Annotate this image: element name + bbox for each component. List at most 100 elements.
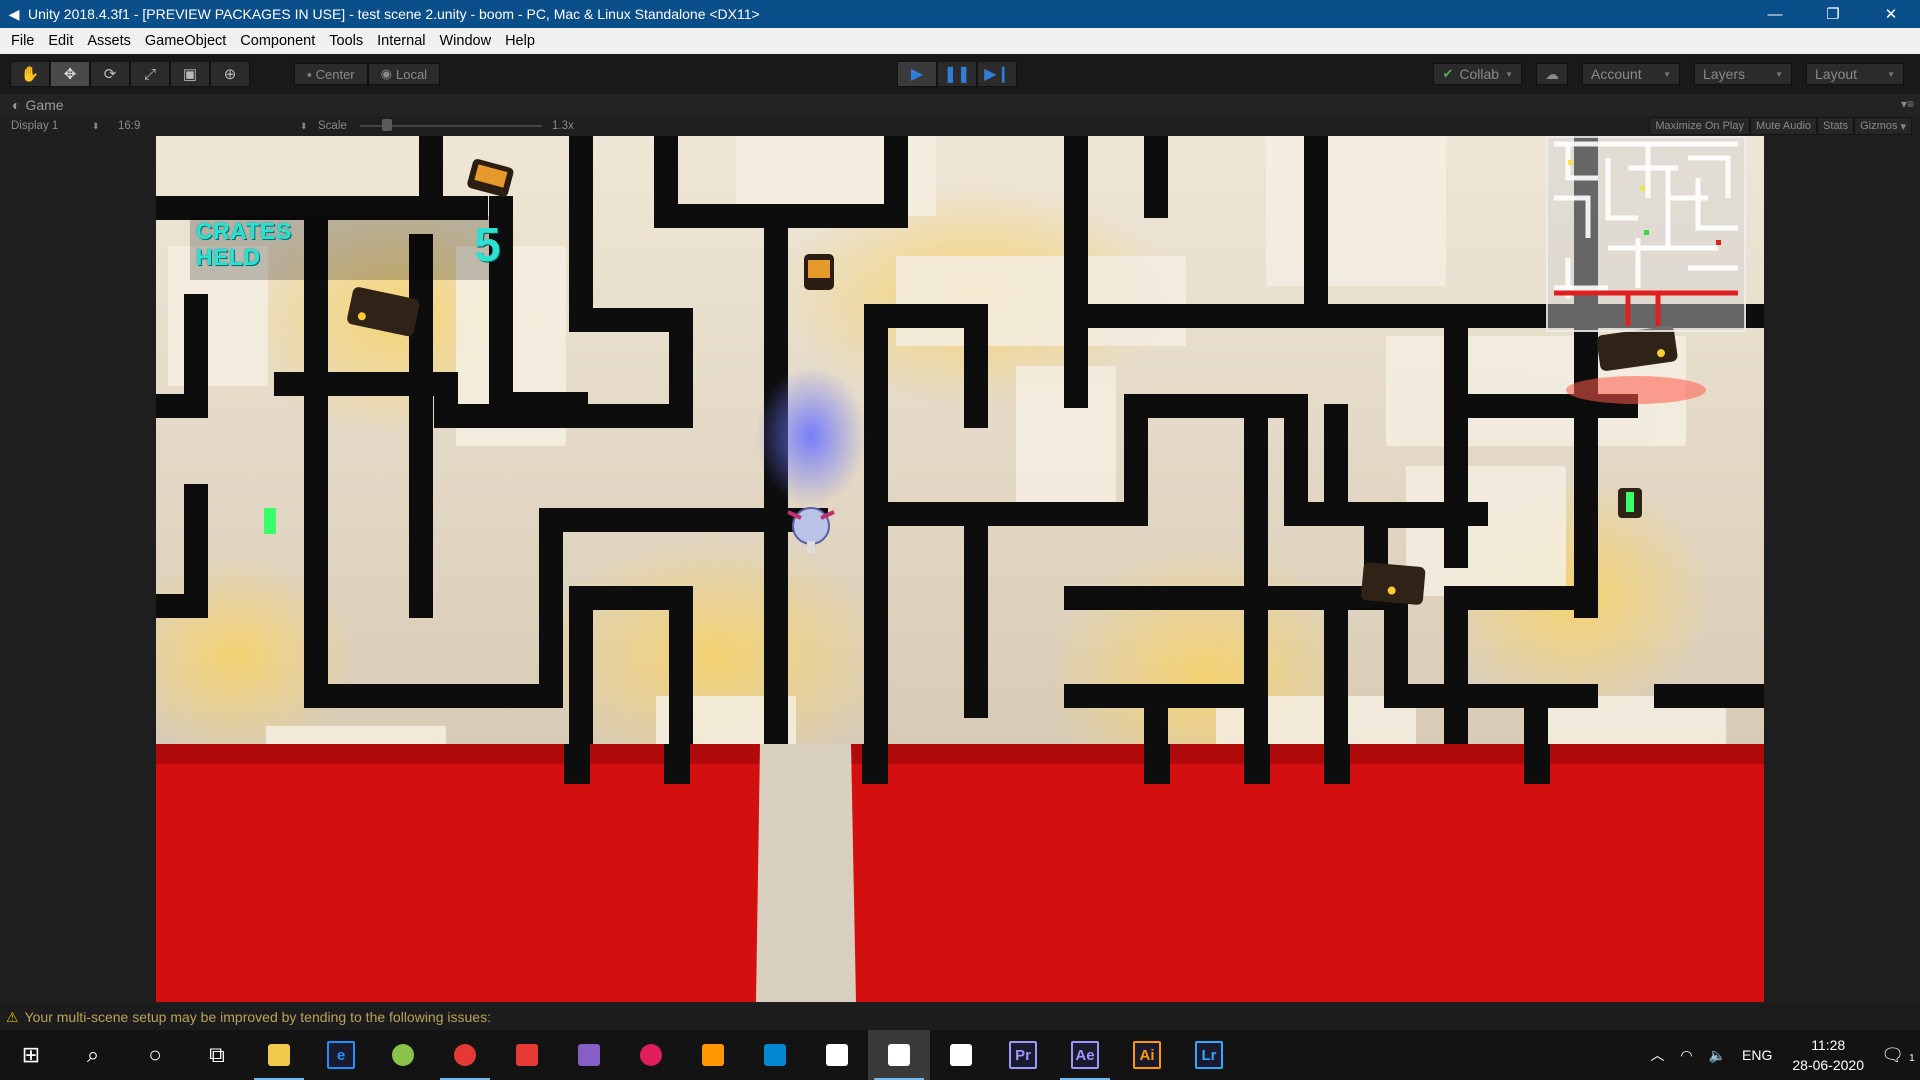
taskbar-apps: e Pr Ae Ai Lr <box>248 1030 1240 1080</box>
mute-audio-toggle[interactable]: Mute Audio <box>1750 117 1818 135</box>
wifi-icon[interactable]: ◠ <box>1672 1047 1700 1064</box>
step-icon: ▶❙ <box>984 66 1010 83</box>
clock[interactable]: 11:28 28-06-2020 <box>1780 1035 1876 1075</box>
menu-assets[interactable]: Assets <box>80 28 138 54</box>
windows-taskbar: ⊞ ⌕ ○ ⧉ e Pr Ae Ai Lr ︿ ◠ 🔈 ENG 11:28 28-06-… <box>0 1030 1920 1080</box>
menu-file[interactable]: File <box>4 28 41 54</box>
taskbar-app-visual-studio[interactable] <box>558 1030 620 1080</box>
pause-button[interactable]: ❚❚ <box>937 61 977 87</box>
scale-slider-thumb[interactable] <box>382 119 392 131</box>
notification-count: 1 <box>1909 1052 1915 1064</box>
layers-dropdown[interactable]: Layers ▼ <box>1694 63 1792 85</box>
language-indicator[interactable]: ENG <box>1734 1047 1780 1063</box>
taskbar-app-app-green[interactable] <box>372 1030 434 1080</box>
taskbar-app-unity-2[interactable] <box>930 1030 992 1080</box>
cortana-button[interactable]: ○ <box>124 1030 186 1080</box>
restore-button[interactable]: ❐ <box>1804 0 1862 28</box>
taskbar-app-unity[interactable] <box>868 1030 930 1080</box>
start-button[interactable]: ⊞ <box>0 1030 62 1080</box>
taskbar-app-unity-hub[interactable] <box>806 1030 868 1080</box>
taskbar-app-slack[interactable] <box>620 1030 682 1080</box>
cortana-icon: ○ <box>148 1042 162 1067</box>
chevron-down-icon: ▼ <box>1775 69 1783 79</box>
windows-logo-icon: ⊞ <box>21 1042 41 1067</box>
taskbar-app-lightroom[interactable]: Lr <box>1178 1030 1240 1080</box>
chrome-icon <box>454 1044 476 1066</box>
stats-toggle[interactable]: Stats <box>1817 117 1855 135</box>
console-status-bar[interactable]: ⚠ Your multi-scene setup may be improved… <box>0 1004 1920 1030</box>
layout-label: Layout <box>1815 66 1858 82</box>
minimize-button[interactable]: — <box>1746 0 1804 28</box>
menu-tools[interactable]: Tools <box>322 28 370 54</box>
tab-game[interactable]: ◐ Game <box>0 97 64 113</box>
taskbar-app-chrome[interactable] <box>434 1030 496 1080</box>
step-button[interactable]: ▶❙ <box>977 61 1017 87</box>
edge-icon: e <box>327 1041 355 1069</box>
action-center-button[interactable]: 🗨 1 <box>1876 1045 1920 1066</box>
aspect-dropdown[interactable]: 16:9 <box>118 120 140 132</box>
layers-label: Layers <box>1703 66 1746 82</box>
crates-held-count: 5 <box>474 219 501 272</box>
chevron-down-icon: ▼ <box>1887 69 1895 79</box>
menu-bar: File Edit Assets GameObject Component To… <box>0 28 1920 54</box>
cloud-icon: ☁ <box>1545 65 1559 82</box>
pivot-center-button[interactable]: ▪ Center <box>294 63 368 85</box>
display-dropdown[interactable]: Display 1 <box>11 120 58 132</box>
scale-tool-button[interactable]: ⤢ <box>130 61 170 87</box>
menu-internal[interactable]: Internal <box>370 28 432 54</box>
unity-icon-2 <box>950 1044 972 1066</box>
game-view[interactable]: CRATES HELD 5 <box>156 136 1764 1002</box>
status-message: Your multi-scene setup may be improved b… <box>24 1009 491 1025</box>
taskbar-app-store[interactable] <box>496 1030 558 1080</box>
taskbar-app-file-explorer[interactable] <box>248 1030 310 1080</box>
layout-dropdown[interactable]: Layout ▼ <box>1806 63 1904 85</box>
taskbar-app-sublime[interactable] <box>682 1030 744 1080</box>
menu-edit[interactable]: Edit <box>41 28 80 54</box>
taskbar-app-illustrator[interactable]: Ai <box>1116 1030 1178 1080</box>
taskbar-app-edge[interactable]: e <box>310 1030 372 1080</box>
volume-icon[interactable]: 🔈 <box>1701 1047 1734 1064</box>
maximize-on-play-toggle[interactable]: Maximize On Play <box>1649 117 1750 135</box>
app-blue-icon <box>764 1044 786 1066</box>
after-effects-icon: Ae <box>1071 1041 1099 1069</box>
pause-icon: ❚❚ <box>943 66 971 83</box>
chevron-updown-icon: ⬍ <box>300 120 308 131</box>
panel-menu-icon[interactable]: ▾≡ <box>1901 97 1914 111</box>
clock-time: 11:28 <box>1811 1037 1846 1053</box>
taskbar-app-premiere[interactable]: Pr <box>992 1030 1054 1080</box>
collab-dropdown[interactable]: ✔ Collab ▼ <box>1433 63 1522 85</box>
toolbar-right: ✔ Collab ▼ ☁ Account ▼ Layers ▼ Layout ▼ <box>1433 63 1904 85</box>
menu-component[interactable]: Component <box>233 28 322 54</box>
hand-tool-button[interactable]: ✋ <box>10 61 50 87</box>
taskbar-app-app-blue[interactable] <box>744 1030 806 1080</box>
pivot-label: Center <box>315 66 355 82</box>
play-button[interactable]: ▶ <box>897 61 937 87</box>
minimap-maze <box>1554 141 1738 326</box>
search-icon: ⌕ <box>86 1042 100 1067</box>
search-button[interactable]: ⌕ <box>62 1030 124 1080</box>
taskbar-app-after-effects[interactable]: Ae <box>1054 1030 1116 1080</box>
menu-help[interactable]: Help <box>498 28 542 54</box>
account-dropdown[interactable]: Account ▼ <box>1582 63 1680 85</box>
task-view-button[interactable]: ⧉ <box>186 1030 248 1080</box>
scale-label: Scale <box>318 120 347 132</box>
space-local-button[interactable]: ◉ Local <box>367 63 441 85</box>
menu-gameobject[interactable]: GameObject <box>138 28 233 54</box>
scale-icon: ⤢ <box>143 65 156 83</box>
rect-tool-button[interactable]: ▣ <box>170 61 210 87</box>
transform-tool-button[interactable]: ⊕ <box>210 61 250 87</box>
chevron-down-icon: ▾ <box>1900 120 1906 133</box>
pivot-icon: ▪ <box>307 66 312 82</box>
store-icon <box>516 1044 538 1066</box>
main-toolbar: ✋ ✥ ⟳ ⤢ ▣ ⊕ ▪ Center ◉ Local ▶ ❚❚ ▶❙ ✔ Coll… <box>0 54 1920 94</box>
game-icon: ◐ <box>12 97 21 113</box>
chevron-up-icon[interactable]: ︿ <box>1642 1045 1672 1065</box>
rotate-tool-button[interactable]: ⟳ <box>90 61 130 87</box>
close-button[interactable]: ✕ <box>1862 0 1920 28</box>
chevron-down-icon: ▼ <box>1505 69 1513 79</box>
minimap <box>1546 136 1746 332</box>
menu-window[interactable]: Window <box>433 28 499 54</box>
move-tool-button[interactable]: ✥ <box>50 61 90 87</box>
gizmos-dropdown[interactable]: Gizmos ▾ <box>1854 117 1912 135</box>
cloud-button[interactable]: ☁ <box>1536 63 1568 85</box>
